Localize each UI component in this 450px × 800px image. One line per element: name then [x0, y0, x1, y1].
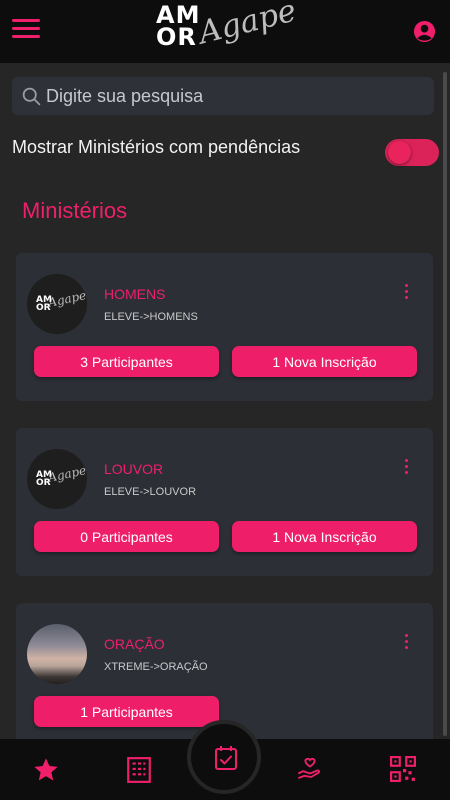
more-options-icon[interactable]	[400, 284, 412, 302]
section-title: Ministérios	[22, 198, 128, 223]
scrollbar[interactable]	[443, 72, 447, 736]
ministry-photo-avatar	[27, 624, 87, 684]
hamburger-menu-icon[interactable]	[12, 19, 40, 43]
ministry-card[interactable]: AM OR Agape HOMENS ELEVE->HOMENS 3 Parti…	[16, 253, 433, 401]
ministry-name: LOUVOR	[104, 461, 164, 477]
hand-heart-icon[interactable]	[296, 756, 324, 784]
logo-script-text: Agape	[195, 0, 300, 52]
new-inscriptions-button[interactable]: 1 Nova Inscrição	[232, 346, 417, 377]
ministry-name: ORAÇÃO	[104, 636, 165, 652]
search-input[interactable]	[46, 77, 426, 115]
ministry-avatar: AM OR Agape	[27, 449, 87, 509]
participants-button[interactable]: 1 Participantes	[34, 696, 219, 727]
more-options-icon[interactable]	[400, 459, 412, 477]
building-icon[interactable]	[126, 756, 154, 784]
avatar-logo-script: Agape	[46, 463, 87, 485]
search-bar	[12, 77, 434, 115]
search-icon	[22, 87, 41, 106]
star-icon[interactable]	[32, 756, 60, 784]
ministry-avatar: AM OR Agape	[27, 274, 87, 334]
pending-filter-label: Mostrar Ministérios com pendências	[12, 137, 301, 157]
ministry-card[interactable]: AM OR Agape LOUVOR ELEVE->LOUVOR 0 Parti…	[16, 428, 433, 576]
pending-filter-toggle[interactable]	[385, 139, 439, 166]
app-logo: AM OR Agape	[156, 0, 302, 58]
participants-button[interactable]: 0 Participantes	[34, 521, 219, 552]
ministry-path: ELEVE->HOMENS	[104, 311, 198, 323]
toggle-thumb	[388, 141, 411, 164]
participants-button[interactable]: 3 Participantes	[34, 346, 219, 377]
more-options-icon[interactable]	[400, 634, 412, 652]
avatar-logo-script: Agape	[46, 288, 87, 310]
top-app-bar: AM OR Agape	[0, 0, 450, 63]
ministry-path: ELEVE->LOUVOR	[104, 486, 197, 498]
ministry-name: HOMENS	[104, 286, 166, 302]
qr-code-icon[interactable]	[390, 756, 418, 784]
logo-block-text: AM OR	[156, 1, 201, 51]
profile-icon[interactable]	[413, 20, 436, 43]
ministry-path: XTREME->ORAÇÃO	[104, 661, 208, 673]
new-inscriptions-button[interactable]: 1 Nova Inscrição	[232, 521, 417, 552]
calendar-check-icon[interactable]	[187, 720, 261, 794]
